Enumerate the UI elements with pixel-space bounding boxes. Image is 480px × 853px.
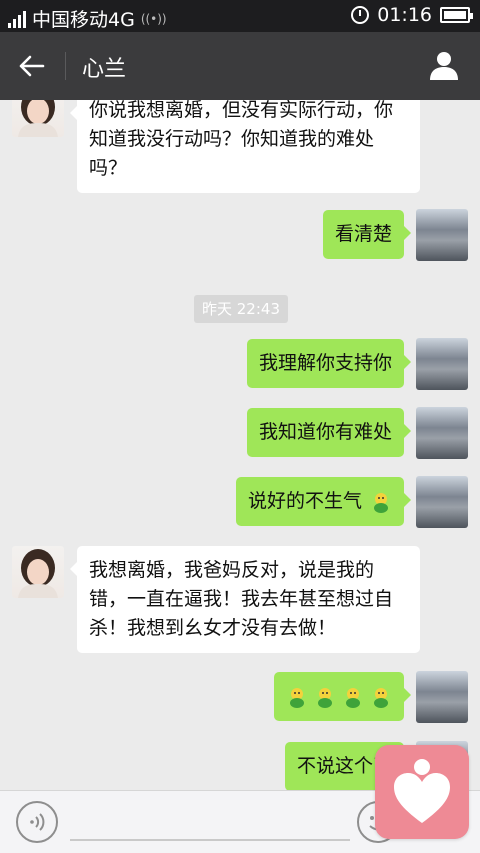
timestamp-label: 昨天 22:43 [194,295,288,323]
hotspot-icon: ((•)) [140,11,167,26]
contact-photo [18,100,58,137]
chat-header: 心兰 [0,32,480,100]
my-avatar[interactable] [416,338,468,390]
smiley-emoji-icon [290,687,304,708]
message-text: 看清楚 [334,223,392,245]
chat-title: 心兰 [82,57,127,82]
clock-label: 01:16 [377,4,432,26]
header-divider [65,52,66,80]
message-bubble[interactable]: 我理解你支持你 [246,339,412,388]
signal-icon [8,10,26,28]
smiley-emoji-icon [346,687,360,708]
my-avatar[interactable] [416,476,468,528]
contact-avatar[interactable] [12,100,64,137]
message-text: 我知道你有难处 [258,421,392,443]
emoji-message-bubble[interactable] [274,672,411,721]
message-bubble[interactable]: 说好的不生气 [235,477,412,526]
contact-avatar[interactable] [12,546,64,598]
message-text: 说好的不生气 [247,490,362,512]
message-bubble[interactable]: 看清楚 [322,210,412,259]
my-avatar[interactable] [416,209,468,261]
chat-area[interactable]: 你说我想离婚，但没有实际行动，你知道我没行动吗？你知道我的难处吗？ 看清楚 昨天… [0,100,480,790]
floating-heart-button[interactable] [375,745,469,839]
battery-icon [440,7,473,23]
smiley-emoji-icon [374,492,388,513]
contact-photo [18,549,58,598]
message-bubble[interactable]: 我知道你有难处 [246,408,412,457]
smiley-emoji-icon [374,687,388,708]
my-avatar[interactable] [416,407,468,459]
smiley-emoji-icon [318,687,332,708]
message-text: 我想离婚，我爸妈反对，说是我的错，一直在逼我！我去年甚至想过自杀！我想到幺女才没… [89,559,394,639]
message-input[interactable] [70,839,350,841]
status-bar: 中国移动4G ((•)) 01:16 [0,0,480,32]
back-button[interactable] [14,48,50,84]
voice-icon [30,813,45,831]
message-text: 你说我想离婚，但没有实际行动，你知道我没行动吗？你知道我的难处吗？ [89,100,394,179]
carrier-label: 中国移动4G [32,9,135,31]
person-icon [430,52,458,80]
arrow-left-icon [19,55,45,77]
alarm-icon [351,6,370,24]
message-text: 我理解你支持你 [258,352,392,374]
message-bubble[interactable]: 你说我想离婚，但没有实际行动，你知道我没行动吗？你知道我的难处吗？ [70,100,420,193]
voice-button[interactable] [16,801,58,843]
heart-icon [394,759,450,823]
profile-button[interactable] [426,48,462,84]
my-avatar[interactable] [416,671,468,723]
message-bubble[interactable]: 我想离婚，我爸妈反对，说是我的错，一直在逼我！我去年甚至想过自杀！我想到幺女才没… [70,546,420,653]
